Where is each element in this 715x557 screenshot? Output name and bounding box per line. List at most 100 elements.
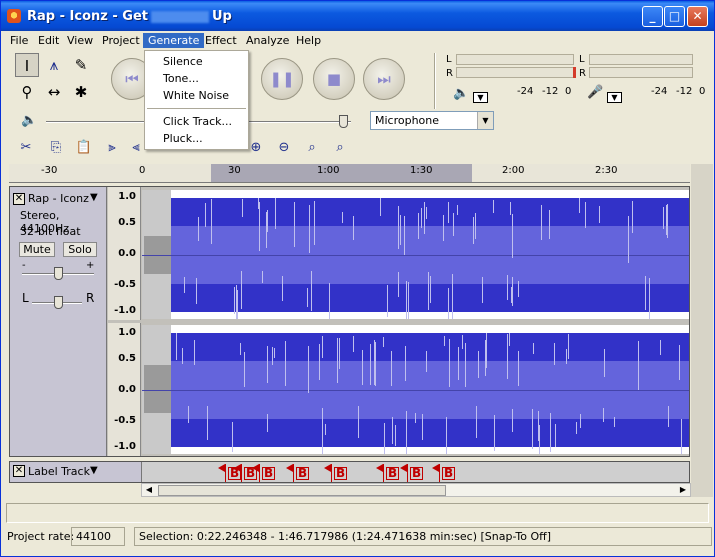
input-source-select[interactable]: Microphone ▼ xyxy=(370,111,494,130)
waveform-spike xyxy=(507,334,508,379)
label-track-menu-chevron-icon[interactable]: ▼ xyxy=(90,465,98,476)
waveform-spike xyxy=(395,425,396,446)
label-marker[interactable]: B xyxy=(252,464,276,482)
output-volume-thumb[interactable] xyxy=(339,115,348,128)
label-track-name[interactable]: Label Track xyxy=(28,465,90,478)
selection-tool-icon[interactable]: I xyxy=(15,53,39,77)
waveform-spike xyxy=(380,198,381,216)
chevron-down-icon[interactable]: ▼ xyxy=(477,112,493,129)
menu-edit[interactable]: Edit xyxy=(33,33,64,48)
waveform-spike xyxy=(384,423,385,454)
label-marker[interactable]: B xyxy=(400,464,424,482)
waveform-spike xyxy=(458,347,459,380)
playback-meter-left-label: L xyxy=(446,54,452,65)
trim-icon[interactable]: ⫸ xyxy=(101,137,123,159)
label-lane[interactable]: B B B B B B B B xyxy=(142,462,689,482)
playback-scale-a: -24 xyxy=(517,86,534,97)
gain-slider-thumb[interactable] xyxy=(54,267,63,280)
menu-item-click-track[interactable]: Click Track... xyxy=(145,113,248,130)
waveform-spike xyxy=(566,349,567,364)
scroll-right-icon[interactable]: ▶ xyxy=(676,484,690,496)
multi-tool-icon[interactable]: ✱ xyxy=(69,80,93,104)
playback-meter-right[interactable] xyxy=(456,67,574,78)
track-menu-chevron-icon[interactable]: ▼ xyxy=(90,192,98,203)
menu-file[interactable]: File xyxy=(5,33,33,48)
waveform-spike xyxy=(638,341,639,390)
waveform-spike xyxy=(449,339,450,387)
waveform-spike xyxy=(649,278,650,319)
waveform-spike xyxy=(446,417,447,454)
waveform-spike xyxy=(329,283,330,319)
waveform-spike xyxy=(532,409,533,449)
paste-icon[interactable]: 📋 xyxy=(73,137,95,159)
horizontal-scrollbar[interactable]: ◀ ▶ xyxy=(141,483,691,497)
maximize-button[interactable]: □ xyxy=(664,6,685,27)
label-marker[interactable]: B xyxy=(376,464,400,482)
pan-slider-thumb[interactable] xyxy=(54,296,63,309)
channel-2-waveform[interactable] xyxy=(142,325,689,454)
project-rate-input[interactable]: 44100 xyxy=(71,527,125,546)
fit-selection-icon[interactable]: ⌕ xyxy=(301,137,323,159)
record-scale-a: -24 xyxy=(651,86,668,97)
fit-project-icon[interactable]: ⌕ xyxy=(329,137,351,159)
ruler-label: 1:30 xyxy=(410,165,433,176)
stop-button[interactable]: ■ xyxy=(313,58,355,100)
solo-button[interactable]: Solo xyxy=(63,242,97,257)
track-name[interactable]: Rap - Iconz xyxy=(28,192,89,205)
waveform-spike xyxy=(309,205,310,253)
waveform-spike xyxy=(267,210,268,232)
scrollbar-thumb[interactable] xyxy=(158,485,446,496)
envelope-tool-icon[interactable]: ⩚ xyxy=(42,53,66,77)
menu-help[interactable]: Help xyxy=(291,33,326,48)
label-marker[interactable]: B xyxy=(286,464,310,482)
waveform-spike xyxy=(374,340,375,385)
menu-view[interactable]: View xyxy=(62,33,98,48)
menu-effect[interactable]: Effect xyxy=(200,33,242,48)
channel-1-waveform[interactable] xyxy=(142,190,689,319)
audio-track: ✕ Rap - Iconz ▼ Stereo, 44100Hz 32-bit f… xyxy=(9,186,690,457)
close-label-track-icon[interactable]: ✕ xyxy=(13,465,25,477)
waveform-spike xyxy=(486,333,487,368)
timeshift-tool-icon[interactable]: ↔ xyxy=(42,80,66,104)
close-button[interactable]: ✕ xyxy=(687,6,708,27)
mute-button[interactable]: Mute xyxy=(19,242,55,257)
skip-end-button[interactable]: ⏭ xyxy=(363,58,405,100)
record-meter-left[interactable] xyxy=(589,54,693,65)
waveform-spike xyxy=(198,217,199,241)
waveform-spike xyxy=(267,414,268,432)
timeline-ruler[interactable]: -30 0 30 1:00 1:30 2:00 2:30 xyxy=(9,164,690,183)
menu-analyze[interactable]: Analyze xyxy=(241,33,294,48)
waveform-spike xyxy=(518,351,519,386)
draw-tool-icon[interactable]: ✎ xyxy=(69,53,93,77)
close-track-icon[interactable]: ✕ xyxy=(13,193,25,205)
menu-item-white-noise[interactable]: White Noise xyxy=(145,87,248,104)
menu-item-tone[interactable]: Tone... xyxy=(145,70,248,87)
selection-status: Selection: 0:22.246348 - 1:46.717986 (1:… xyxy=(134,527,712,546)
minimize-button[interactable]: _ xyxy=(642,6,663,27)
label-marker[interactable]: B xyxy=(432,464,456,482)
menu-project[interactable]: Project xyxy=(97,33,145,48)
waveform-spike xyxy=(473,217,474,244)
label-marker[interactable]: B xyxy=(324,464,348,482)
zoom-out-icon[interactable]: ⊖ xyxy=(273,137,295,159)
playback-meter-left[interactable] xyxy=(456,54,574,65)
record-meter-dropdown[interactable]: ▼ xyxy=(607,92,622,103)
title-bar[interactable]: Rap - Iconz - Get Up _ □ ✕ xyxy=(1,1,714,31)
playback-meter-dropdown[interactable]: ▼ xyxy=(473,92,488,103)
waveform-spike xyxy=(421,208,422,228)
speaker-icon: 🔈 xyxy=(453,86,470,101)
menu-item-pluck[interactable]: Pluck... xyxy=(145,130,248,147)
waveform-spike xyxy=(322,408,323,454)
audacity-app-icon[interactable] xyxy=(7,9,21,23)
pause-button[interactable]: ❚❚ xyxy=(261,58,303,100)
waveform-spike xyxy=(453,213,454,236)
waveform-spike xyxy=(308,346,309,393)
cut-icon[interactable]: ✂ xyxy=(15,137,37,159)
menu-generate[interactable]: Generate xyxy=(143,33,205,48)
menu-item-silence[interactable]: Silence xyxy=(145,53,248,70)
audacity-window: Rap - Iconz - Get Up _ □ ✕ File Edit View… xyxy=(0,0,715,557)
zoom-tool-icon[interactable]: ⚲ xyxy=(15,80,39,104)
record-meter-right[interactable] xyxy=(589,67,693,78)
copy-icon[interactable]: ⎘ xyxy=(45,137,67,159)
scroll-left-icon[interactable]: ◀ xyxy=(142,484,156,496)
